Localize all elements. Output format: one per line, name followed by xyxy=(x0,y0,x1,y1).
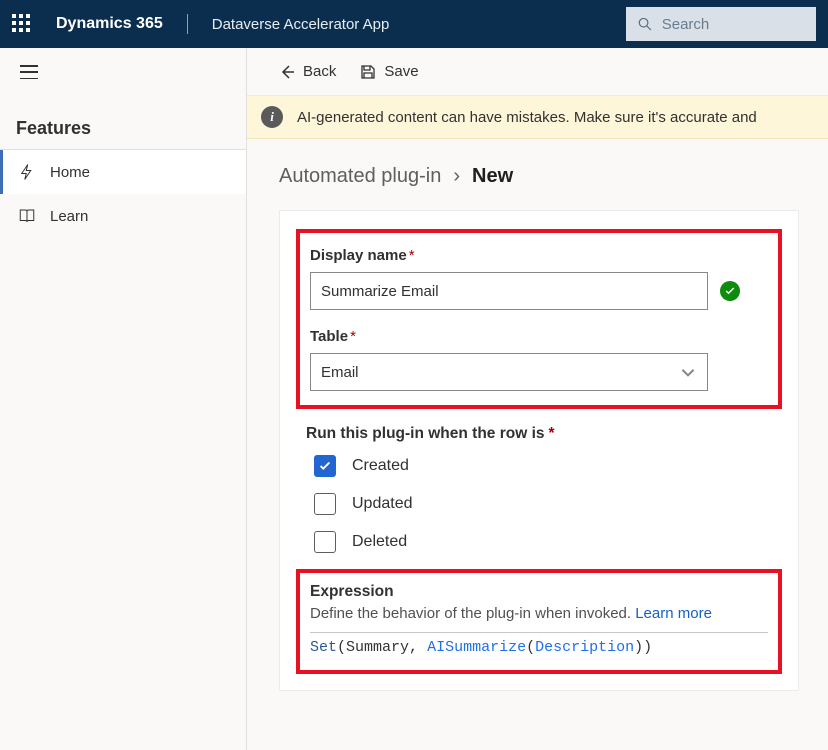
table-select[interactable]: Email xyxy=(310,353,708,391)
checkbox-updated[interactable] xyxy=(314,493,336,515)
brand-title: Dynamics 365 xyxy=(56,15,163,33)
display-name-label: Display name* xyxy=(310,247,768,264)
option-label: Updated xyxy=(352,495,413,513)
book-icon xyxy=(18,207,36,225)
option-label: Created xyxy=(352,457,409,475)
checkbox-deleted[interactable] xyxy=(314,531,336,553)
form-card: Display name* Summarize Email Table* xyxy=(279,210,799,691)
search-icon xyxy=(638,16,652,32)
table-label: Table* xyxy=(310,328,768,345)
learn-more-link[interactable]: Learn more xyxy=(635,605,712,622)
option-label: Deleted xyxy=(352,533,407,551)
sidebar-item-label: Learn xyxy=(50,208,88,225)
chevron-down-icon xyxy=(679,363,697,381)
option-updated[interactable]: Updated xyxy=(314,493,782,515)
display-name-input[interactable]: Summarize Email xyxy=(310,272,708,310)
divider xyxy=(187,14,188,34)
breadcrumb-current: New xyxy=(472,165,513,188)
breadcrumb: Automated plug-in › New xyxy=(279,165,828,188)
save-label: Save xyxy=(384,63,418,80)
sidebar-item-label: Home xyxy=(50,164,90,181)
main-area: Back Save i AI-generated content can hav… xyxy=(247,48,828,750)
back-label: Back xyxy=(303,63,336,80)
global-search[interactable] xyxy=(626,7,816,41)
back-arrow-icon xyxy=(279,64,295,80)
search-input[interactable] xyxy=(662,16,804,33)
save-icon xyxy=(360,64,376,80)
option-deleted[interactable]: Deleted xyxy=(314,531,782,553)
sidebar-heading: Features xyxy=(0,96,246,150)
breadcrumb-parent[interactable]: Automated plug-in xyxy=(279,165,441,188)
table-value: Email xyxy=(321,364,359,381)
info-icon: i xyxy=(261,106,283,128)
expression-section: Expression Define the behavior of the pl… xyxy=(296,569,782,674)
sidebar-item-home[interactable]: Home xyxy=(0,150,246,194)
expression-title: Expression xyxy=(310,583,768,601)
app-launcher-icon[interactable] xyxy=(12,14,32,34)
ai-warning-banner: i AI-generated content can have mistakes… xyxy=(247,96,828,139)
left-sidebar: Features Home Learn xyxy=(0,48,247,750)
expression-desc: Define the behavior of the plug-in when … xyxy=(310,605,768,622)
warning-text: AI-generated content can have mistakes. … xyxy=(297,109,757,126)
run-when-label: Run this plug-in when the row is* xyxy=(306,425,782,443)
expression-code[interactable]: Set(Summary, AISummarize(Description)) xyxy=(310,632,768,656)
chevron-right-icon: › xyxy=(453,165,460,188)
save-button[interactable]: Save xyxy=(360,63,418,80)
hamburger-icon[interactable] xyxy=(20,65,38,79)
option-created[interactable]: Created xyxy=(314,455,782,477)
checkbox-created[interactable] xyxy=(314,455,336,477)
back-button[interactable]: Back xyxy=(279,63,336,80)
valid-check-icon xyxy=(720,281,740,301)
app-name: Dataverse Accelerator App xyxy=(212,16,390,33)
highlighted-fields: Display name* Summarize Email Table* xyxy=(296,229,782,409)
command-bar: Back Save xyxy=(247,48,828,96)
lightning-icon xyxy=(18,163,36,181)
top-nav: Dynamics 365 Dataverse Accelerator App xyxy=(0,0,828,48)
sidebar-item-learn[interactable]: Learn xyxy=(0,194,246,238)
